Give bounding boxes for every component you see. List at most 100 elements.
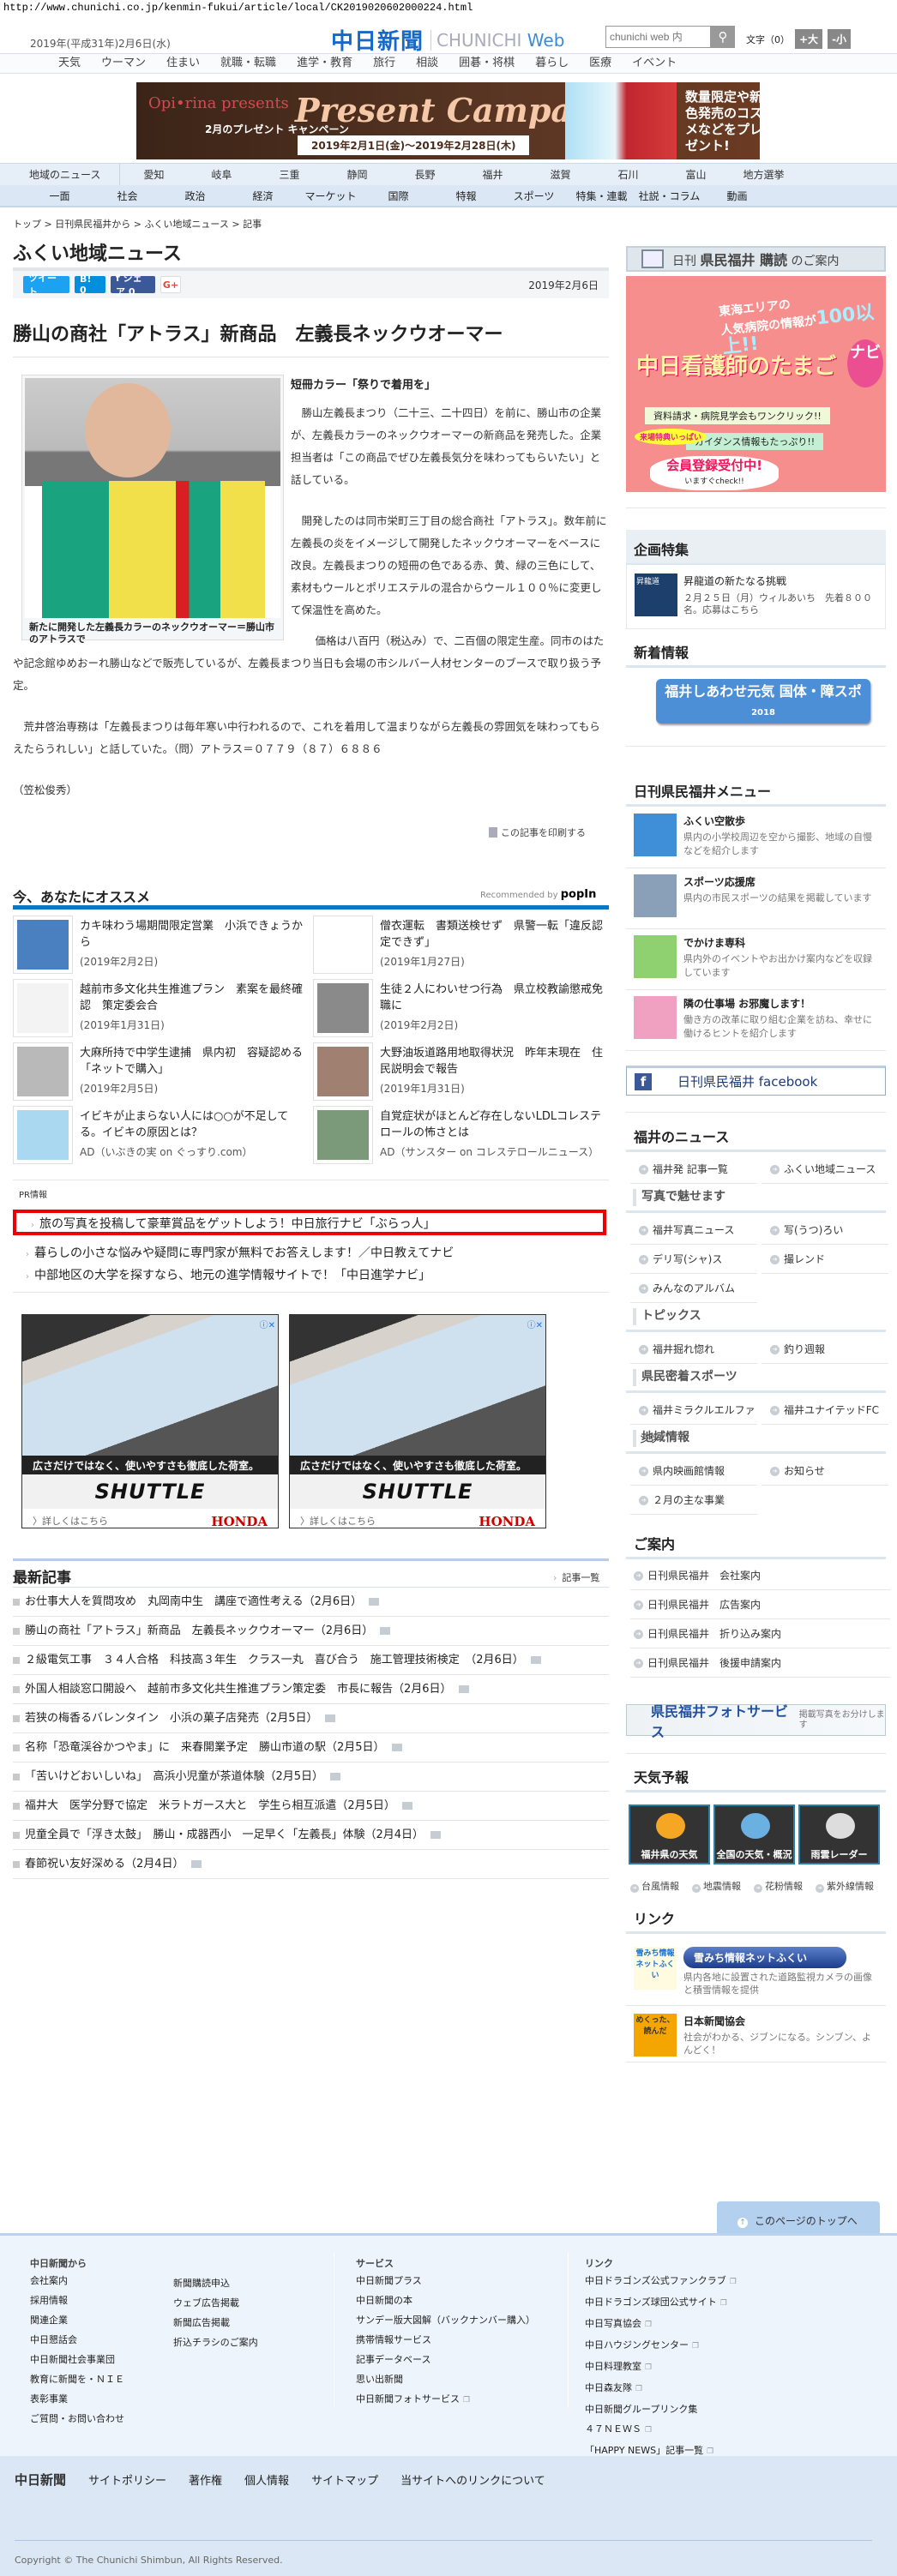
top-nav-item[interactable]: 囲碁・将棋 <box>459 54 515 73</box>
search-input[interactable] <box>605 26 711 48</box>
fukui-news-link[interactable]: デリ写(シャ)ス <box>630 1245 757 1274</box>
menu-item[interactable]: 隣の仕事場 お邪魔します！ 働き方の改革に取り組む企業を訪ね、幸せに働けるヒントを… <box>626 990 886 1051</box>
latest-more-link[interactable]: 記事一覧 <box>553 1570 599 1584</box>
footer-link[interactable]: 中日写真協会 <box>585 2314 737 2335</box>
region-nav-item[interactable]: 富山 <box>662 167 730 182</box>
footer-logo[interactable]: 中日新聞 <box>15 2471 66 2489</box>
fukui-news-link[interactable]: 福井掘れ惚れ <box>630 1335 757 1364</box>
recommend-item[interactable]: 大麻所持で中学生逮捕 県内初 容疑認める 「ネットで購入」 (2019年2月5日) <box>13 1042 314 1101</box>
footer-link[interactable]: 記事データベース <box>356 2350 535 2369</box>
category-nav-item[interactable]: 特報 <box>432 189 500 203</box>
latest-item[interactable]: 福井大 医学分野で協定 米ラトガース大と 学生ら相互派遣（2月5日） <box>13 1792 609 1821</box>
category-nav-item[interactable]: 国際 <box>364 189 432 203</box>
recommend-item[interactable]: 生徒２人にわいせつ行為 県立校教諭懲戒免職に (2019年2月2日) <box>313 979 605 1037</box>
ad-more-link[interactable]: 〉詳しくはこちら <box>300 1514 376 1528</box>
facebook-share-button[interactable]: f シェア 0 <box>111 273 155 297</box>
link-item[interactable]: めくった、読んだ 日本新聞協会 社会がわかる、ジブンになる。シンブン、よんどく！ <box>626 2006 886 2063</box>
category-nav-item[interactable]: スポーツ <box>500 189 568 203</box>
nurse-navi-ad[interactable]: 東海エリアの 人気病院の情報が100以上!! 中日看護師のたまご ナビ 資料請求・… <box>626 276 886 492</box>
recommend-item[interactable]: 自覚症状がほとんど存在しないLDLコレステロールの怖さとは AD（サンスター on… <box>313 1106 605 1164</box>
footer-nav-link[interactable]: 著作権 <box>189 2471 222 2488</box>
latest-item[interactable]: 若狭の梅香るバレンタイン 小浜の菓子店発売（2月5日） <box>13 1704 609 1733</box>
footer-link[interactable]: サンデー版大図解（バックナンバー購入） <box>356 2310 535 2330</box>
guide-link[interactable]: 日刊県民福井 折り込み案内 <box>630 1619 890 1648</box>
category-nav-item[interactable]: 経済 <box>229 189 297 203</box>
latest-item[interactable]: 勝山の商社「アトラス」新商品 左義長ネックウオーマー（2月6日） <box>13 1617 609 1646</box>
category-nav-item[interactable]: 動画 <box>703 189 771 203</box>
region-nav-item[interactable]: 長野 <box>391 167 459 182</box>
site-logo[interactable]: 中日新聞 CHUNICHI Web <box>331 24 564 56</box>
footer-link[interactable]: 中日新聞プラス <box>356 2271 535 2291</box>
top-nav-item[interactable]: 住まい <box>166 54 200 73</box>
region-nav-item[interactable]: 静岡 <box>323 167 391 182</box>
menu-item[interactable]: ふくい空散歩 県内の小学校周辺を空から撮影、地域の自慢などを紹介します <box>626 808 886 868</box>
pr-link[interactable]: 中部地区の大学を探すなら、地元の進学情報サイトで！「中日進学ナビ」 <box>26 1266 430 1283</box>
latest-item[interactable]: ２級電気工事 ３４人合格 科技高３年生 クラス一丸 喜び合う 施工管理技術検定 … <box>13 1646 609 1675</box>
footer-link[interactable]: 中日ハウジングセンター <box>585 2335 737 2357</box>
recommend-item[interactable]: 僧衣運転 書類送検せず 県警一転「違反認定できず」 (2019年1月27日) <box>313 916 605 974</box>
top-nav-item[interactable]: 旅行 <box>373 54 395 73</box>
honda-ad[interactable]: ⓘ✕ 広さだけではなく、使いやすさも徹底した荷室。 SHUTTLE 〉詳しくはこ… <box>289 1314 546 1528</box>
footer-nav-link[interactable]: サイトマップ <box>311 2471 378 2488</box>
category-nav-item[interactable]: 社会 <box>93 189 161 203</box>
subscribe-banner[interactable]: 日刊 県民福井 購読 のご案内 <box>626 246 886 272</box>
fukui-news-link[interactable]: 福井ミラクルエルファンツ <box>630 1396 757 1445</box>
fukui-news-link[interactable]: ２月の主な事業 <box>630 1486 757 1515</box>
latest-item[interactable]: 「苦いけどおいしいね」 高浜小児童が茶道体験（2月5日） <box>13 1762 609 1792</box>
footer-link[interactable]: 会社案内 <box>30 2271 124 2291</box>
footer-link[interactable]: 折込チラシのご案内 <box>173 2333 258 2352</box>
photo-service-banner[interactable]: 県民福井フォトサービス 掲載写真をお分けします <box>626 1703 886 1740</box>
kikaku-item[interactable]: 昇龍道 昇龍道の新たなる挑戦 ２月２５日（月）ウィルあいち 先着８００名。応募は… <box>626 565 886 629</box>
weather-tile[interactable]: 雨雲レーダー <box>798 1804 880 1864</box>
link-item[interactable]: 雪みち情報ネットふくい 雪みち情報ネットふくい 県内各地に設置された道路監視カメラの… <box>626 1939 886 2006</box>
menu-item[interactable]: でかけま専科 県内外のイベントやお出かけ案内などを収録しています <box>626 929 886 990</box>
top-nav-item[interactable]: イベント <box>632 54 677 73</box>
footer-link[interactable]: 中日ドラゴンズ公式ファンクラブ <box>585 2271 737 2292</box>
footer-link[interactable]: 表彰事業 <box>30 2389 124 2409</box>
footer-link[interactable]: ウェブ広告掲載 <box>173 2293 258 2313</box>
guide-link[interactable]: 日刊県民福井 広告案内 <box>630 1590 890 1619</box>
footer-nav-link[interactable]: 当サイトへのリンクについて <box>400 2471 545 2488</box>
region-nav-item[interactable]: 滋賀 <box>527 167 594 182</box>
footer-link[interactable]: 中日料理教室 <box>585 2357 737 2378</box>
footer-link[interactable]: 携帯情報サービス <box>356 2330 535 2350</box>
article-photo[interactable]: 新たに開発した左義長カラーのネックウオーマー＝勝山市のアトラスで <box>21 375 284 645</box>
latest-item[interactable]: 児童全員で「浮き太鼓」 勝山・成器西小 一足早く「左義長」体験（2月4日） <box>13 1821 609 1850</box>
footer-link[interactable]: 中日新聞グループリンク集 <box>585 2399 737 2419</box>
recommend-item[interactable]: カキ味わう場期間限定営業 小浜できょうから (2019年2月2日) <box>13 916 304 974</box>
weather-link[interactable]: 地震情報 <box>692 1879 741 1893</box>
fukui-news-link[interactable]: お知らせ <box>762 1456 888 1486</box>
footer-nav-link[interactable]: サイトポリシー <box>88 2471 166 2488</box>
latest-item[interactable]: お仕事大人を質問攻め 丸岡南中生 講座で適性考える（2月6日） <box>13 1588 609 1617</box>
guide-link[interactable]: 日刊県民福井 会社案内 <box>630 1561 890 1590</box>
top-nav-item[interactable]: 進学・教育 <box>297 54 352 73</box>
category-nav-item[interactable]: 社説・コラム <box>635 189 703 203</box>
category-nav-item[interactable]: マーケット <box>297 189 364 203</box>
adchoices-icon[interactable]: ⓘ✕ <box>260 1318 275 1330</box>
adchoices-icon[interactable]: ⓘ✕ <box>527 1318 543 1330</box>
fukui-news-link[interactable]: 福井写真ニュース <box>630 1216 757 1245</box>
category-nav-item[interactable]: 政治 <box>161 189 229 203</box>
recommend-item[interactable]: 越前市多文化共生推進プラン 素案を最終確認 策定委会合 (2019年1月31日) <box>13 979 304 1037</box>
footer-link[interactable]: 中日新聞フォトサービス <box>356 2389 535 2411</box>
recommend-item[interactable]: 大野油坂道路用地取得状況 昨年末現在 住民説明会で報告 (2019年1月31日) <box>313 1042 605 1101</box>
fukui-news-link[interactable]: 釣り週報 <box>762 1335 888 1364</box>
top-nav-item[interactable]: 暮らし <box>535 54 569 73</box>
menu-item[interactable]: スポーツ応援席 県内の市民スポーツの結果を掲載しています <box>626 868 886 929</box>
footer-link[interactable]: 教育に新聞を・ＮＩＥ <box>30 2369 124 2389</box>
weather-link[interactable]: 花粉情報 <box>754 1879 803 1893</box>
latest-item[interactable]: 外国人相談窓口開設へ 越前市多文化共生推進プラン策定委 市長に報告（2月6日） <box>13 1675 609 1704</box>
recommend-item[interactable]: イビキが止まらない人には○○が不足してる。イビキの原因とは？ AD（いぶきの実 o… <box>13 1106 304 1164</box>
footer-link[interactable]: 関連企業 <box>30 2310 124 2330</box>
hatena-button[interactable]: B! 0 <box>75 273 105 296</box>
fukui-news-link[interactable]: 写(うつ)ろい <box>762 1216 888 1245</box>
pr-link[interactable]: 暮らしの小さな悩みや疑問に専門家が無料でお答えします！／中日教えてナビ <box>26 1244 454 1261</box>
region-nav-item[interactable]: 岐阜 <box>188 167 256 182</box>
latest-item[interactable]: 名称「恐竜渓谷かつやま」に 来春開業予定 勝山市道の駅（2月5日） <box>13 1733 609 1762</box>
category-nav-item[interactable]: 特集・連載 <box>568 189 635 203</box>
ad-more-link[interactable]: 〉詳しくはこちら <box>33 1514 108 1528</box>
top-nav-item[interactable]: 就職・転職 <box>220 54 276 73</box>
honda-ad[interactable]: ⓘ✕ 広さだけではなく、使いやすさも徹底した荷室。 SHUTTLE 〉詳しくはこ… <box>21 1314 279 1528</box>
footer-link[interactable]: 中日森友隊 <box>585 2378 737 2399</box>
region-nav-item[interactable]: 石川 <box>594 167 662 182</box>
